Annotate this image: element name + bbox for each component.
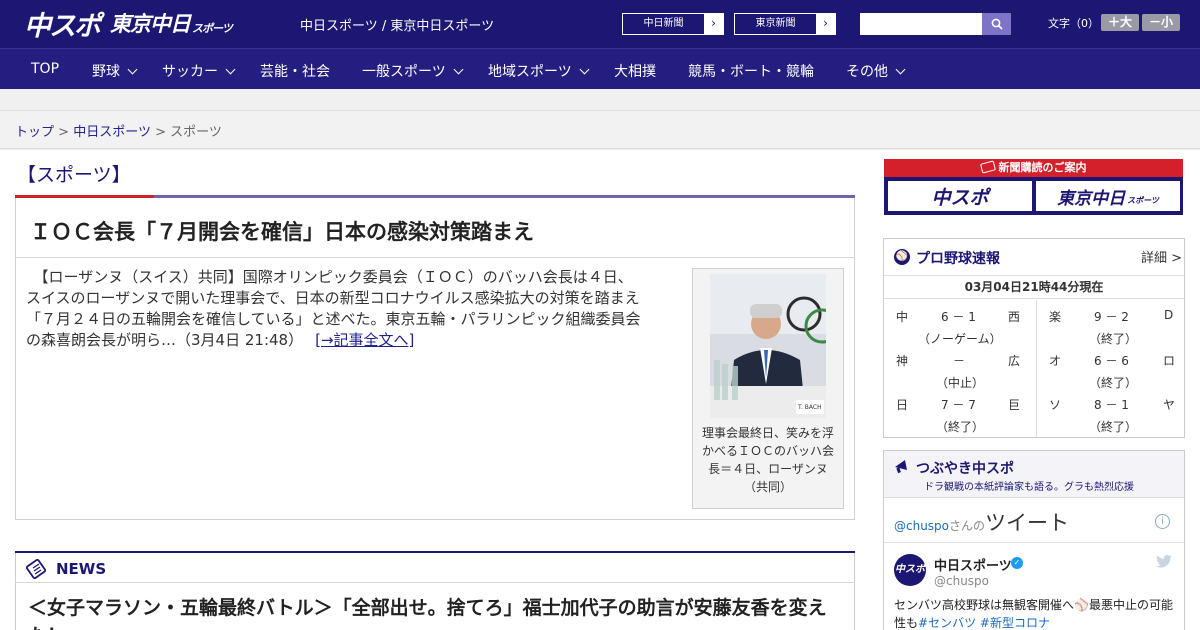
- subscription-tokyo-button[interactable]: 東京中日 スポーツ: [1036, 181, 1180, 211]
- nameplate-text: T. BACH: [798, 404, 822, 411]
- subscription-head: 新聞購読のご案内: [884, 159, 1183, 177]
- nav-item-entertainment[interactable]: 芸能・社会: [260, 61, 330, 81]
- tweet-text: センバツ高校野球は無観客開催へ⚾最悪中止の可能性も#センバツ #新型コロナ: [894, 598, 1173, 630]
- info-icon[interactable]: i: [1155, 514, 1170, 529]
- search-icon: [991, 18, 1003, 30]
- twitter-subtitle: ドラ観戦の本紙評論家も語る。グラも熱烈応援: [924, 482, 1134, 493]
- chevron-right-icon: ›: [704, 14, 723, 34]
- tweet-hashtags[interactable]: #センバツ #新型コロナ: [918, 616, 1050, 630]
- tokyo-shimbun-button[interactable]: 東京新聞 ›: [734, 13, 836, 35]
- chevron-down-icon: [225, 64, 236, 74]
- sub-bar: [0, 89, 1200, 111]
- article-body: 【ローザンヌ（スイス）共同】国際オリンピック委員会（ＩＯＣ）のバッハ会長は４日、…: [26, 268, 641, 349]
- account-handle[interactable]: @chuspo: [934, 574, 989, 588]
- twitter-handle-link[interactable]: @chuspo: [894, 519, 949, 533]
- account-name[interactable]: 中日スポーツ: [934, 555, 1012, 574]
- search-input[interactable]: [860, 13, 982, 35]
- newspaper-icon: [26, 559, 46, 579]
- twitter-bird-icon: [1156, 555, 1172, 572]
- breadcrumb-chunichi-sports[interactable]: 中日スポーツ: [73, 125, 151, 140]
- article-photo[interactable]: T. BACH: [710, 274, 826, 418]
- nav-item-sumo[interactable]: 大相撲: [614, 61, 656, 81]
- tokyo-chunichi-logo[interactable]: 東京中日 スポーツ: [110, 6, 233, 40]
- twitter-timeline-heading: @chuspoさんのツイート: [894, 511, 1070, 535]
- verified-icon: ✓: [1011, 557, 1023, 569]
- nav-item-racing[interactable]: 競馬・ボート・競輪: [688, 61, 814, 81]
- nav-item-baseball[interactable]: 野球: [92, 61, 138, 81]
- subscription-chuspo-button[interactable]: 中スポ: [888, 181, 1032, 211]
- news-header: [15, 553, 855, 583]
- megaphone-icon: [895, 460, 907, 474]
- tweet-divider: [884, 542, 1184, 543]
- breadcrumb-separator: >: [58, 125, 70, 140]
- baseball-icon: ⚾: [894, 249, 910, 265]
- twitter-title: つぶやき中スポ: [916, 461, 1014, 477]
- article-headline[interactable]: ＩＯＣ会長「７月開会を確信」日本の感染対策踏まえ: [30, 216, 534, 246]
- chevron-down-icon: [453, 64, 464, 74]
- breadcrumb-top[interactable]: トップ: [15, 125, 54, 140]
- read-more-link[interactable]: [→記事全文へ]: [315, 331, 414, 349]
- nav-item-soccer[interactable]: サッカー: [162, 61, 236, 81]
- chevron-right-icon: ›: [816, 14, 835, 34]
- score-divider: [1036, 300, 1037, 437]
- breadcrumb: トップ > 中日スポーツ > スポーツ: [15, 121, 222, 140]
- font-larger-button[interactable]: ＋大: [1101, 14, 1139, 31]
- main-nav: TOP 野球 サッカー 芸能・社会 一般スポーツ 地域スポーツ 大相撲 競馬・ボ…: [0, 48, 1200, 89]
- baseball-updated: 03月04日21時44分現在: [884, 275, 1184, 299]
- chunichi-shimbun-button[interactable]: 中日新聞 ›: [622, 13, 724, 35]
- baseball-detail-link[interactable]: 詳細 >: [1141, 247, 1182, 266]
- news-title: NEWS: [56, 560, 107, 578]
- breadcrumb-current: スポーツ: [170, 125, 222, 140]
- chevron-down-icon: [127, 64, 138, 74]
- chuspo-logo[interactable]: 中スポ: [24, 6, 101, 42]
- nav-item-general-sports[interactable]: 一般スポーツ: [362, 61, 464, 81]
- font-smaller-button[interactable]: －小: [1142, 14, 1180, 31]
- chevron-down-icon: [895, 64, 906, 74]
- news-item[interactable]: ＜女子マラソン・五輪最終バトル＞「全部出せ。捨てろ」福士加代子の助言が安藤友香を…: [28, 594, 838, 630]
- avatar[interactable]: 中スポ: [894, 554, 926, 586]
- section-title: 【スポーツ】: [17, 164, 131, 186]
- baseball-title: プロ野球速報: [916, 251, 1000, 267]
- breadcrumb-separator: >: [155, 125, 166, 140]
- site-links[interactable]: 中日スポーツ / 東京中日スポーツ: [300, 15, 494, 34]
- nav-item-top[interactable]: TOP: [31, 61, 59, 77]
- nav-item-other[interactable]: その他: [846, 61, 906, 81]
- chevron-down-icon: [579, 64, 590, 74]
- search-button[interactable]: [982, 13, 1011, 35]
- nav-item-local-sports[interactable]: 地域スポーツ: [488, 61, 590, 81]
- photo-caption: 理事会最終日、笑みを浮かべるＩＯＣのバッハ会長＝４日、ローザンヌ（共同）: [701, 426, 834, 494]
- font-size-label: 文字（0）: [1048, 17, 1099, 30]
- ticket-icon: [979, 160, 996, 174]
